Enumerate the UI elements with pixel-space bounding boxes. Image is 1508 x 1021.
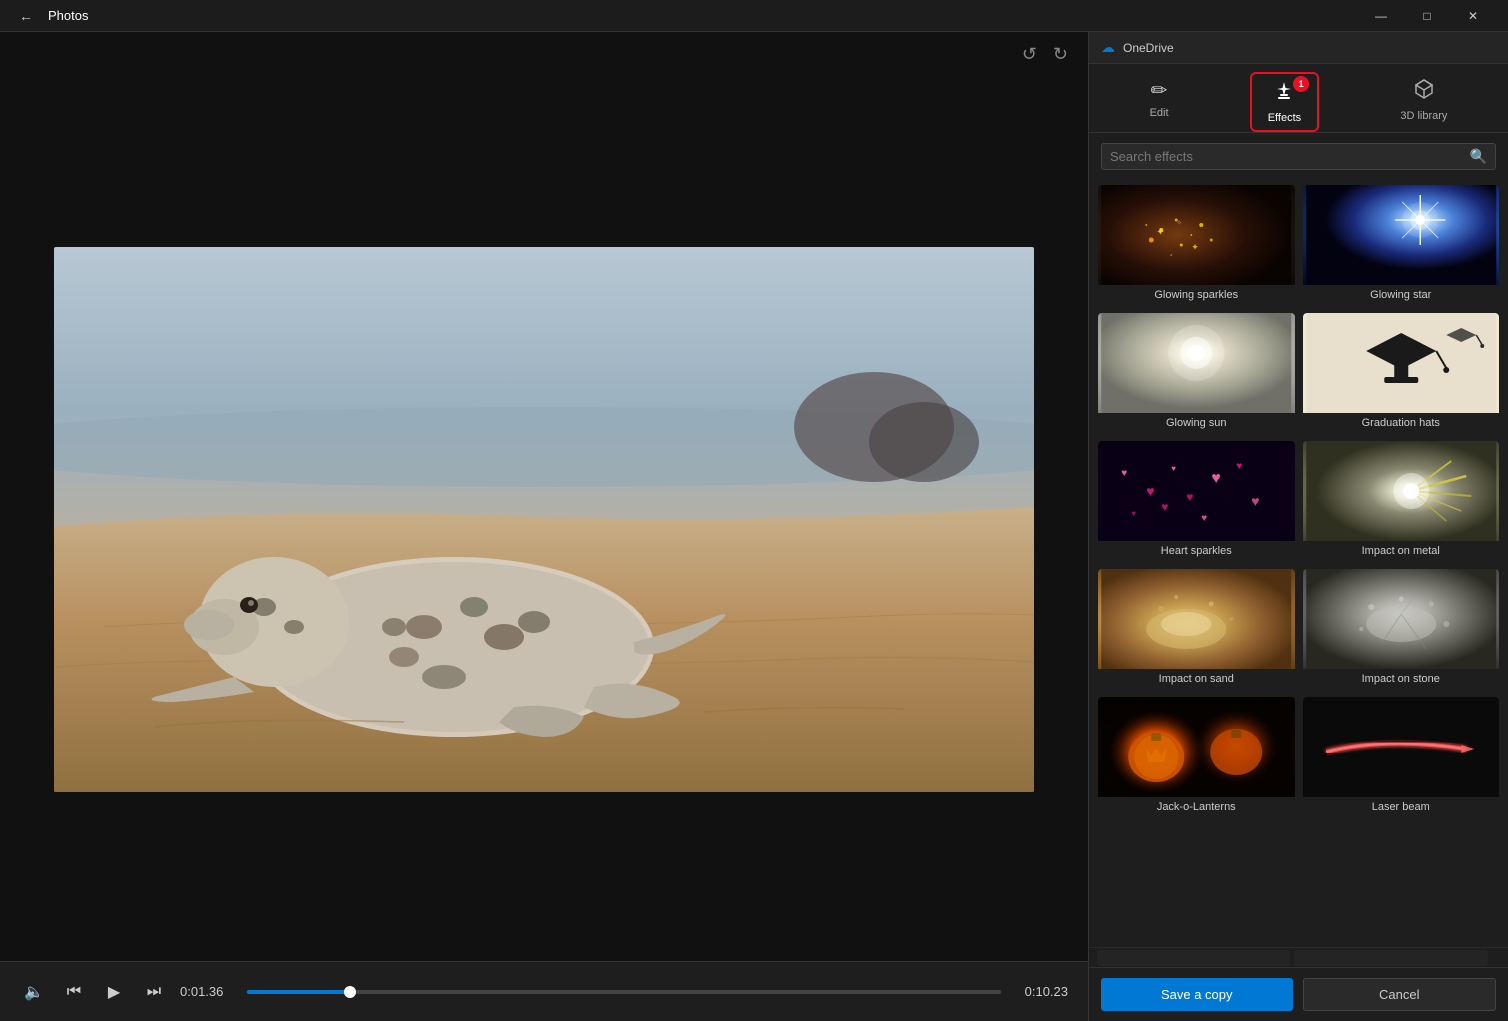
effect-label-glowing-star: Glowing star bbox=[1303, 285, 1500, 305]
back-button[interactable]: ← bbox=[12, 2, 40, 30]
video-container bbox=[0, 77, 1088, 961]
controls-bar: 🔈 ⏮ ▶ ⏭ 0:01.36 0:10.23 bbox=[0, 961, 1088, 1021]
effects-badge: 1 bbox=[1293, 76, 1309, 92]
effect-label-laser-beam: Laser beam bbox=[1303, 797, 1500, 817]
effect-thumb-impact-sand bbox=[1098, 569, 1295, 669]
window-controls: — □ ✕ bbox=[1358, 0, 1496, 32]
effect-thumb-graduation-hats bbox=[1303, 313, 1500, 413]
onedrive-label: OneDrive bbox=[1123, 41, 1174, 55]
titlebar: ← Photos — □ ✕ bbox=[0, 0, 1508, 32]
svg-text:♥: ♥ bbox=[1146, 483, 1154, 499]
onedrive-bar: ☁ OneDrive bbox=[1089, 32, 1508, 64]
right-panel: ☁ OneDrive ✏ Edit 1 Effects bbox=[1088, 32, 1508, 1021]
close-button[interactable]: ✕ bbox=[1450, 0, 1496, 32]
effect-thumb-jack-o-lanterns bbox=[1098, 697, 1295, 797]
svg-text:♥: ♥ bbox=[1171, 464, 1176, 473]
effects-grid: ✦ ✧ ✦ Glowing sparkles bbox=[1089, 180, 1508, 947]
edit-icon: ✏ bbox=[1151, 78, 1168, 103]
search-input[interactable] bbox=[1110, 149, 1464, 164]
library-label: 3D library bbox=[1400, 110, 1447, 122]
svg-text:♥: ♥ bbox=[1131, 509, 1136, 518]
effect-impact-on-metal[interactable]: Impact on metal bbox=[1302, 440, 1501, 562]
effect-thumb-glowing-sun bbox=[1098, 313, 1295, 413]
effect-label-glowing-sun: Glowing sun bbox=[1098, 413, 1295, 433]
effect-impact-on-sand[interactable]: Impact on sand bbox=[1097, 568, 1296, 690]
effect-label-graduation-hats: Graduation hats bbox=[1303, 413, 1500, 433]
play-button[interactable]: ▶ bbox=[100, 978, 128, 1006]
total-time: 0:10.23 bbox=[1013, 984, 1068, 999]
undo-button[interactable]: ↺ bbox=[1018, 40, 1041, 69]
current-time: 0:01.36 bbox=[180, 984, 235, 999]
effect-label-heart-sparkles: Heart sparkles bbox=[1098, 541, 1295, 561]
effect-glowing-sun[interactable]: Glowing sun bbox=[1097, 312, 1296, 434]
svg-text:✧: ✧ bbox=[1176, 219, 1182, 227]
volume-button[interactable]: 🔈 bbox=[20, 978, 48, 1006]
effect-jack-o-lanterns[interactable]: Jack-o-Lanterns bbox=[1097, 696, 1296, 818]
effect-label-impact-on-sand: Impact on sand bbox=[1098, 669, 1295, 689]
main-content: ↺ ↻ bbox=[0, 32, 1508, 1021]
progress-thumb bbox=[344, 986, 356, 998]
redo-button[interactable]: ↻ bbox=[1049, 40, 1072, 69]
effect-thumb-glowing-sparkles: ✦ ✧ ✦ bbox=[1098, 185, 1295, 285]
svg-text:♥: ♥ bbox=[1121, 468, 1127, 479]
panel-toolbar: ✏ Edit 1 Effects bbox=[1089, 64, 1508, 133]
tab-3d-library[interactable]: 3D library bbox=[1384, 72, 1463, 132]
svg-text:♥: ♥ bbox=[1211, 470, 1221, 487]
effect-laser-beam[interactable]: Laser beam bbox=[1302, 696, 1501, 818]
effect-thumb-heart-sparkles: ♥ ♥ ♥ ♥ ♥ ♥ ♥ ♥ ♥ ♥ bbox=[1098, 441, 1295, 541]
tab-effects[interactable]: 1 Effects bbox=[1250, 72, 1319, 132]
effect-graduation-hats[interactable]: Graduation hats bbox=[1302, 312, 1501, 434]
save-copy-button[interactable]: Save a copy bbox=[1101, 978, 1293, 1011]
svg-text:♥: ♥ bbox=[1201, 513, 1207, 524]
minimize-button[interactable]: — bbox=[1358, 0, 1404, 32]
effect-thumb-impact-metal bbox=[1303, 441, 1500, 541]
video-top-bar: ↺ ↻ bbox=[0, 32, 1088, 77]
effect-glowing-sparkles[interactable]: ✦ ✧ ✦ Glowing sparkles bbox=[1097, 184, 1296, 306]
effects-icon bbox=[1273, 80, 1295, 108]
bottom-actions: Save a copy Cancel bbox=[1089, 967, 1508, 1021]
svg-text:♥: ♥ bbox=[1236, 461, 1242, 472]
effect-thumb-glowing-star bbox=[1303, 185, 1500, 285]
effect-thumb-laser-beam bbox=[1303, 697, 1500, 797]
search-bar: 🔍 bbox=[1089, 133, 1508, 180]
effect-label-impact-on-metal: Impact on metal bbox=[1303, 541, 1500, 561]
maximize-button[interactable]: □ bbox=[1404, 0, 1450, 32]
previous-frame-button[interactable]: ⏮ bbox=[60, 978, 88, 1006]
svg-text:♥: ♥ bbox=[1251, 493, 1259, 509]
tab-edit[interactable]: ✏ Edit bbox=[1134, 72, 1185, 132]
effect-label-impact-on-stone: Impact on stone bbox=[1303, 669, 1500, 689]
effect-thumb-impact-stone bbox=[1303, 569, 1500, 669]
video-frame bbox=[54, 247, 1034, 792]
effect-glowing-star[interactable]: Glowing star bbox=[1302, 184, 1501, 306]
library-icon bbox=[1413, 78, 1435, 106]
svg-text:✦: ✦ bbox=[1156, 227, 1164, 238]
video-area: ↺ ↻ bbox=[0, 32, 1088, 1021]
progress-bar[interactable] bbox=[247, 990, 1001, 994]
app-title: Photos bbox=[48, 8, 88, 23]
effect-label-jack-o-lanterns: Jack-o-Lanterns bbox=[1098, 797, 1295, 817]
search-input-wrap: 🔍 bbox=[1101, 143, 1496, 170]
effect-label-glowing-sparkles: Glowing sparkles bbox=[1098, 285, 1295, 305]
search-icon[interactable]: 🔍 bbox=[1470, 148, 1487, 165]
svg-text:♥: ♥ bbox=[1161, 500, 1168, 514]
svg-text:♥: ♥ bbox=[1186, 490, 1193, 504]
next-frame-button[interactable]: ⏭ bbox=[140, 978, 168, 1006]
progress-fill bbox=[247, 990, 350, 994]
effect-impact-on-stone[interactable]: Impact on stone bbox=[1302, 568, 1501, 690]
cancel-button[interactable]: Cancel bbox=[1303, 978, 1497, 1011]
svg-text:✦: ✦ bbox=[1191, 242, 1199, 252]
effects-label: Effects bbox=[1268, 112, 1301, 124]
edit-label: Edit bbox=[1150, 107, 1169, 119]
onedrive-icon: ☁ bbox=[1101, 39, 1115, 56]
effect-heart-sparkles[interactable]: ♥ ♥ ♥ ♥ ♥ ♥ ♥ ♥ ♥ ♥ Heart sparkles bbox=[1097, 440, 1296, 562]
